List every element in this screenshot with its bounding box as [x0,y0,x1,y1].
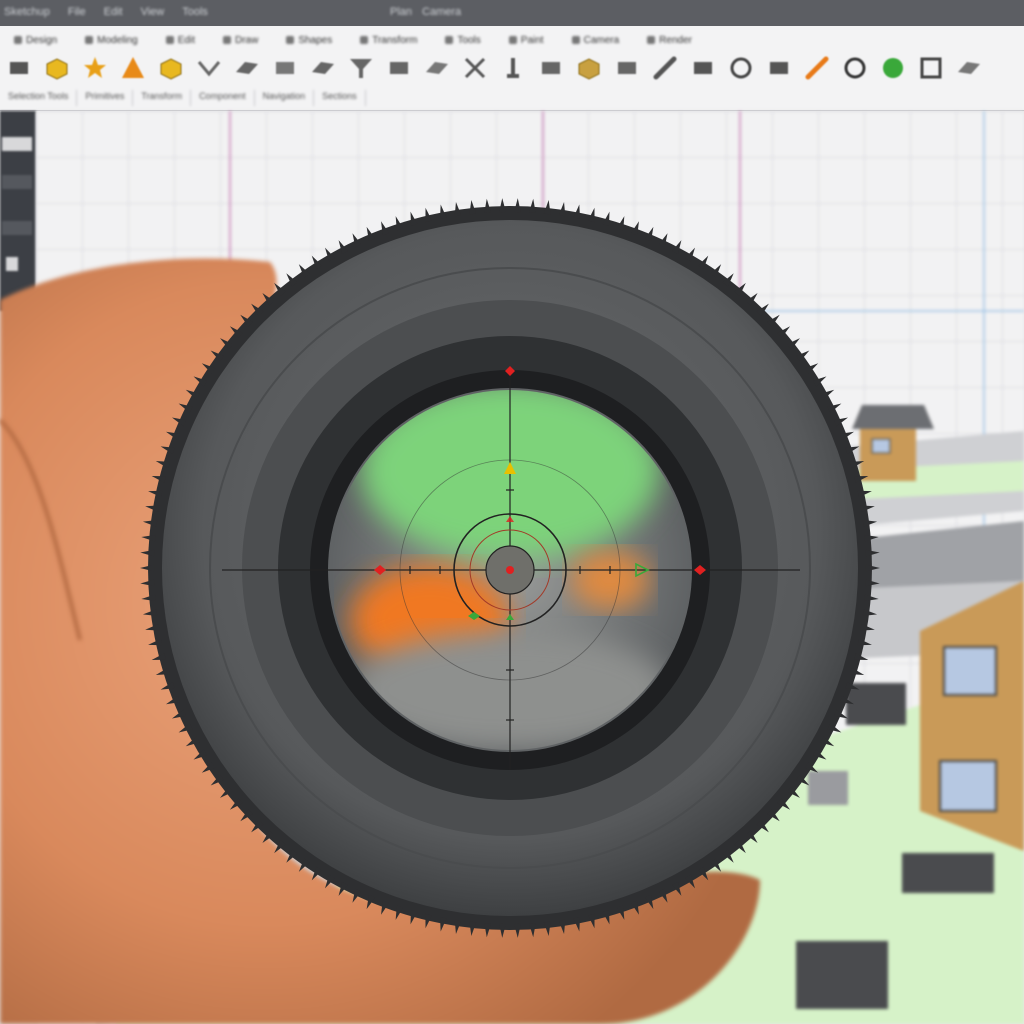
camera-lens [140,198,880,938]
